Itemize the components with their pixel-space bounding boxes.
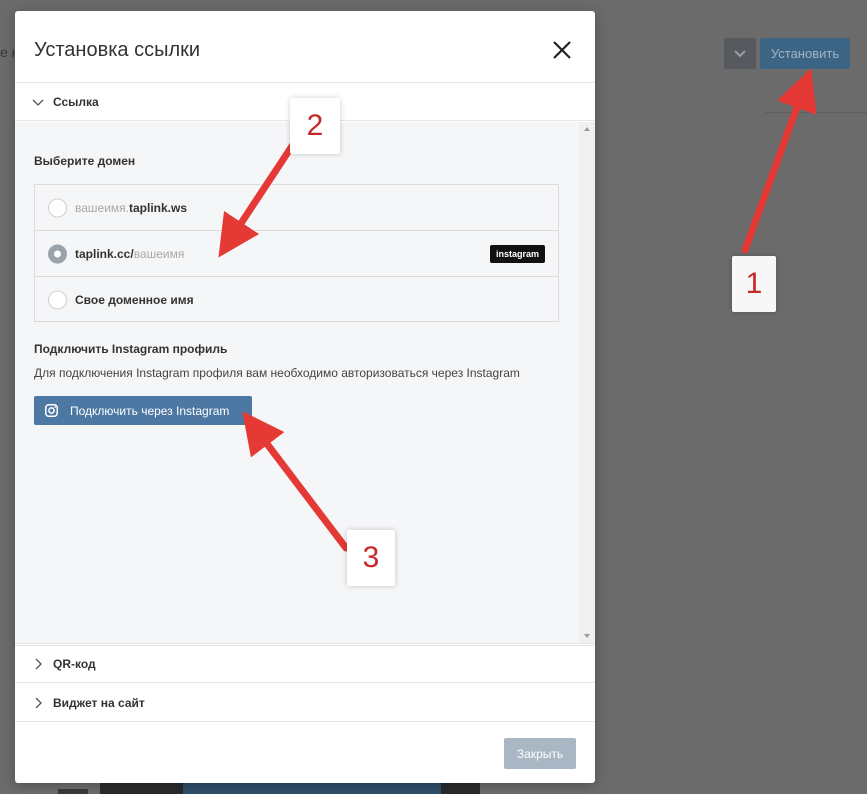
domain-option-custom[interactable]: Свое доменное имя: [35, 277, 558, 323]
section-qr-label: QR-код: [53, 657, 96, 671]
section-qr: QR-код: [15, 645, 595, 683]
background-divider: [765, 112, 867, 113]
domain-label: Выберите домен: [34, 154, 136, 168]
scroll-up-arrow-icon[interactable]: [584, 127, 590, 131]
radio-button[interactable]: [48, 290, 67, 310]
chevron-down-icon: [32, 99, 44, 106]
instagram-icon: [45, 404, 58, 417]
chevron-right-icon: [35, 658, 42, 670]
connect-instagram-label: Подключить через Instagram: [70, 403, 230, 418]
domain-option-taplink-cc[interactable]: taplink.cc/вашеимя instagram: [35, 231, 558, 277]
scroll-down-arrow-icon[interactable]: [584, 634, 590, 638]
domain-option-taplink-ws[interactable]: вашеимя. taplink.ws: [35, 185, 558, 231]
close-modal-button[interactable]: Закрыть: [504, 738, 576, 769]
domain-main: taplink.cc/: [75, 246, 134, 261]
chevron-right-icon: [35, 697, 42, 708]
domain-options: вашеимя. taplink.ws taplink.cc/вашеимя in…: [34, 184, 559, 322]
instagram-badge: instagram: [489, 244, 545, 263]
radio-button-selected[interactable]: [48, 244, 67, 263]
chevron-down-icon: [734, 49, 746, 57]
radio-button[interactable]: [48, 198, 67, 217]
domain-suffix: вашеимя: [133, 246, 185, 261]
domain-main: taplink.ws: [129, 200, 188, 215]
background-dropdown-button[interactable]: [724, 38, 756, 69]
section-qr-header[interactable]: QR-код: [15, 645, 595, 683]
background-bottom-bar: [183, 782, 441, 794]
background-install-button[interactable]: Установить: [760, 38, 850, 69]
modal-header: Установка ссылки: [15, 11, 595, 83]
instagram-section-title: Подключить Instagram профиль: [34, 342, 228, 356]
section-link-label: Ссылка: [53, 94, 99, 109]
close-button[interactable]: [551, 39, 573, 61]
scrollbar[interactable]: [579, 122, 595, 643]
background-bottom-square: [58, 789, 88, 794]
modal-title: Установка ссылки: [34, 39, 201, 61]
instagram-description: Для подключения Instagram профиля вам не…: [34, 366, 520, 380]
connect-instagram-button[interactable]: Подключить через Instagram: [34, 396, 252, 425]
link-section-body: Выберите домен вашеимя. taplink.ws taplin…: [15, 122, 595, 644]
domain-main: Свое доменное имя: [75, 293, 194, 307]
annotation-label-2: 2: [290, 98, 340, 154]
section-widget-header[interactable]: Виджет на сайт: [15, 684, 595, 722]
annotation-label-3: 3: [347, 530, 395, 586]
close-icon: [553, 41, 571, 59]
annotation-label-1: 1: [732, 256, 776, 312]
section-widget: Виджет на сайт: [15, 684, 595, 722]
section-widget-label: Виджет на сайт: [53, 695, 145, 710]
domain-prefix: вашеимя.: [75, 200, 129, 215]
